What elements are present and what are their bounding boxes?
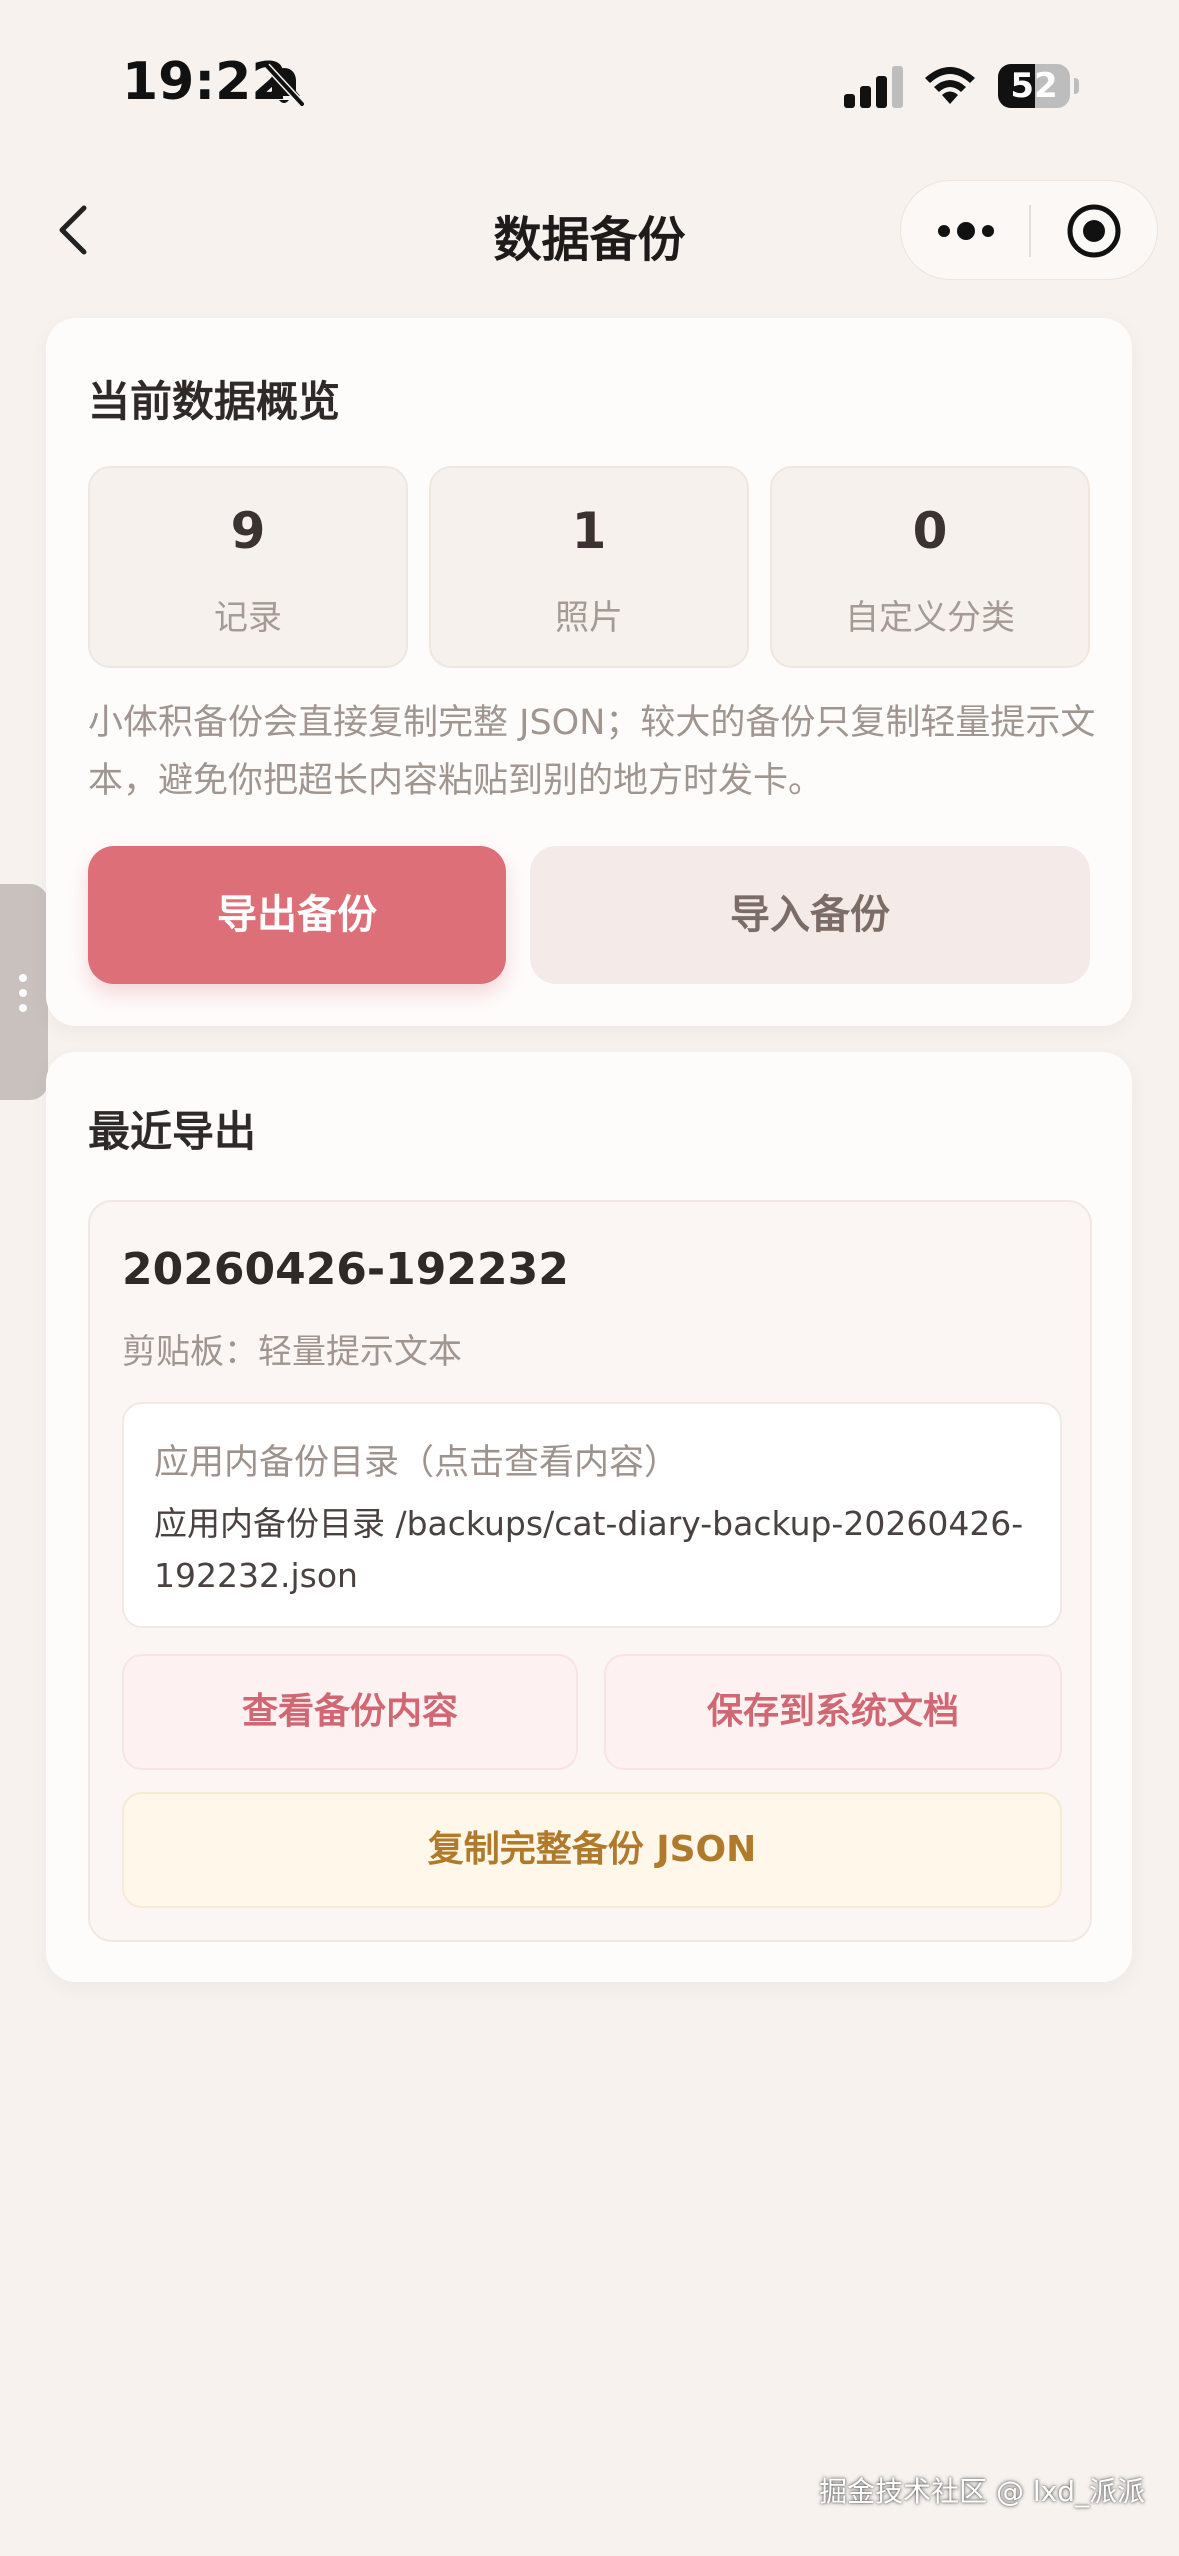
- backup-hint-text: 小体积备份会直接复制完整 JSON；较大的备份只复制轻量提示文本，避免你把超长内…: [88, 703, 1096, 801]
- stat-label: 自定义分类: [845, 598, 1015, 638]
- bell-off-icon: [264, 63, 305, 107]
- clipboard-info: 剪贴板：轻量提示文本: [122, 1324, 462, 1373]
- stat-value: 9: [230, 502, 266, 560]
- mini-program-capsule: [900, 180, 1158, 280]
- nav-bar: 数据备份: [0, 170, 1179, 290]
- export-item: 20260426-192232 剪贴板：轻量提示文本 应用内备份目录（点击查看内…: [88, 1200, 1092, 1942]
- stat-records: 9 记录: [88, 466, 408, 668]
- status-bar: 19:22 52: [0, 0, 1179, 170]
- stat-photos: 1 照片: [429, 466, 749, 668]
- vertical-dots-icon: [19, 974, 27, 1012]
- export-backup-button[interactable]: 导出备份: [88, 846, 506, 984]
- side-drawer-handle[interactable]: [0, 884, 48, 1100]
- more-dots-icon[interactable]: [931, 203, 1001, 259]
- watermark: 掘金技术社区 @ lxd_派派: [819, 2475, 1145, 2508]
- backup-directory-box[interactable]: 应用内备份目录（点击查看内容） 应用内备份目录 /backups/cat-dia…: [122, 1402, 1062, 1628]
- stat-label: 记录: [214, 598, 282, 638]
- recent-export-card: 最近导出 20260426-192232 剪贴板：轻量提示文本 应用内备份目录（…: [46, 1052, 1132, 1982]
- capsule-divider: [1029, 205, 1031, 257]
- stat-value: 0: [912, 502, 948, 560]
- copy-full-json-button[interactable]: 复制完整备份 JSON: [122, 1792, 1062, 1908]
- stat-value: 1: [571, 502, 607, 560]
- signal-icon: [844, 66, 903, 108]
- clipboard-value: 轻量提示文本: [258, 1332, 462, 1372]
- recent-export-title: 最近导出: [88, 1107, 257, 1156]
- battery-icon: 52: [998, 64, 1080, 108]
- backup-file-path: 应用内备份目录 /backups/cat-diary-backup-202604…: [154, 1504, 1024, 1595]
- clipboard-label: 剪贴板：: [122, 1332, 258, 1372]
- import-backup-button[interactable]: 导入备份: [530, 846, 1090, 984]
- overview-title: 当前数据概览: [88, 377, 341, 426]
- battery-level: 52: [1010, 66, 1058, 106]
- overview-card: 当前数据概览 9 记录 1 照片 0 自定义分类 小体积备份会直接复制完整 JS…: [46, 318, 1132, 1026]
- stat-custom-categories: 0 自定义分类: [770, 466, 1090, 668]
- target-close-icon[interactable]: [1064, 201, 1124, 261]
- backup-directory-title: 应用内备份目录（点击查看内容）: [154, 1443, 680, 1483]
- export-id: 20260426-192232: [122, 1244, 569, 1295]
- stat-label: 照片: [555, 598, 623, 638]
- wifi-icon: [925, 67, 975, 104]
- save-to-documents-button[interactable]: 保存到系统文档: [604, 1654, 1062, 1770]
- view-backup-button[interactable]: 查看备份内容: [122, 1654, 578, 1770]
